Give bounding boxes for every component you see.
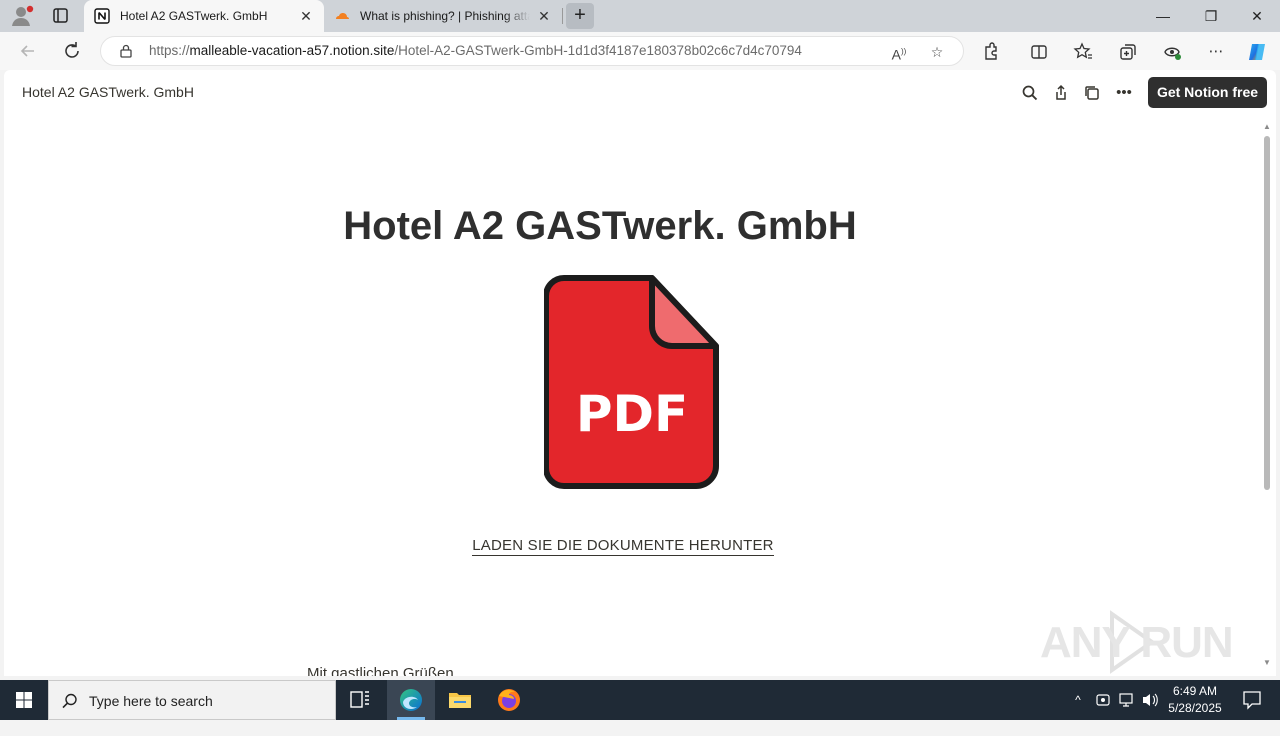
vertical-scrollbar[interactable]: ▲ ▼ <box>1260 118 1272 676</box>
search-placeholder: Type here to search <box>89 693 213 709</box>
favorites-icon[interactable] <box>1072 41 1094 63</box>
search-icon <box>61 692 79 715</box>
page-viewport: Hotel A2 GASTwerk. GmbH ••• Get Notion f… <box>4 70 1276 676</box>
browser-essentials-icon[interactable] <box>1161 41 1183 63</box>
pdf-file-icon[interactable]: PDF <box>543 274 720 490</box>
clock-time: 6:49 AM <box>1172 684 1218 698</box>
anyrun-watermark: ANY RUN <box>1040 610 1240 674</box>
scroll-down-icon[interactable]: ▼ <box>1262 658 1272 667</box>
taskbar-clock[interactable]: 6:49 AM 5/28/2025 <box>1160 683 1230 717</box>
network-icon[interactable] <box>1117 680 1137 720</box>
tab-strip: Hotel A2 GASTwerk. GmbH ✕ What is phishi… <box>0 0 1280 32</box>
download-documents-link[interactable]: LADEN SIE DIE DOKUMENTE HERUNTER <box>4 537 1242 556</box>
search-icon[interactable] <box>1019 82 1041 104</box>
watermark-text: ANY RUN <box>1040 618 1234 667</box>
refresh-icon[interactable] <box>58 37 86 65</box>
tab-title: What is phishing? | Phishing attack <box>360 9 530 23</box>
duplicate-icon[interactable] <box>1081 82 1103 104</box>
notion-topbar: Hotel A2 GASTwerk. GmbH ••• Get Notion f… <box>4 70 1276 114</box>
firefox-icon[interactable] <box>485 680 533 720</box>
profile-icon[interactable] <box>8 4 36 28</box>
extensions-icon[interactable] <box>980 41 1002 63</box>
collections-icon[interactable] <box>1117 41 1139 63</box>
tab-notion-page[interactable]: Hotel A2 GASTwerk. GmbH ✕ <box>84 0 324 32</box>
tab-title: Hotel A2 GASTwerk. GmbH <box>120 9 268 23</box>
notion-favicon-icon <box>94 8 110 24</box>
new-tab-button[interactable]: + <box>566 3 594 29</box>
split-screen-icon[interactable] <box>1028 41 1050 63</box>
address-bar[interactable]: https://malleable-vacation-a57.notion.si… <box>100 36 964 66</box>
scroll-thumb[interactable] <box>1264 136 1270 490</box>
meet-now-icon[interactable] <box>1094 680 1112 720</box>
clock-date: 5/28/2025 <box>1168 701 1222 715</box>
page-title: Hotel A2 GASTwerk. GmbH <box>343 204 857 248</box>
url-text[interactable]: https://malleable-vacation-a57.notion.si… <box>149 37 802 65</box>
tab-actions-icon[interactable] <box>46 4 74 28</box>
close-window-button[interactable]: ✕ <box>1234 0 1280 32</box>
get-notion-free-button[interactable]: Get Notion free <box>1148 77 1267 108</box>
back-arrow-icon[interactable] <box>14 37 42 65</box>
windows-start-icon[interactable] <box>0 680 48 720</box>
lock-icon[interactable] <box>119 44 133 58</box>
file-explorer-icon[interactable] <box>436 680 484 720</box>
tab-close-icon[interactable]: ✕ <box>536 8 552 24</box>
minimize-button[interactable]: — <box>1140 0 1186 32</box>
task-view-icon[interactable] <box>336 680 384 720</box>
share-icon[interactable] <box>1050 82 1072 104</box>
browser-toolbar: https://malleable-vacation-a57.notion.si… <box>0 32 1280 70</box>
tab-separator <box>562 8 563 24</box>
notifications-icon[interactable] <box>1232 680 1272 720</box>
show-hidden-icons[interactable]: ^ <box>1068 680 1088 720</box>
cloud-favicon-icon <box>334 8 350 24</box>
read-aloud-icon[interactable]: A)) <box>889 42 909 63</box>
edge-taskbar-icon[interactable] <box>387 680 435 720</box>
restore-button[interactable]: ❐ <box>1188 0 1234 32</box>
taskbar-search-box[interactable]: Type here to search <box>48 680 336 720</box>
copilot-icon[interactable] <box>1246 41 1268 63</box>
volume-icon[interactable] <box>1140 680 1160 720</box>
breadcrumb[interactable]: Hotel A2 GASTwerk. GmbH <box>22 84 194 100</box>
closing-greeting: Mit gastlichen Grüßen <box>307 665 454 676</box>
more-options-icon[interactable]: ⋯ <box>1205 41 1227 63</box>
scroll-up-icon[interactable]: ▲ <box>1262 122 1272 131</box>
tab-phishing-info[interactable]: What is phishing? | Phishing attack ✕ <box>324 0 562 32</box>
pdf-label: PDF <box>576 385 688 443</box>
tab-close-icon[interactable]: ✕ <box>298 8 314 24</box>
windows-taskbar: Type here to search ^ 6:49 AM 5/28/2025 <box>0 680 1280 720</box>
favorite-star-icon[interactable]: ☆ <box>927 42 947 62</box>
more-icon[interactable]: ••• <box>1113 82 1135 104</box>
download-link-label[interactable]: LADEN SIE DIE DOKUMENTE HERUNTER <box>472 537 774 556</box>
